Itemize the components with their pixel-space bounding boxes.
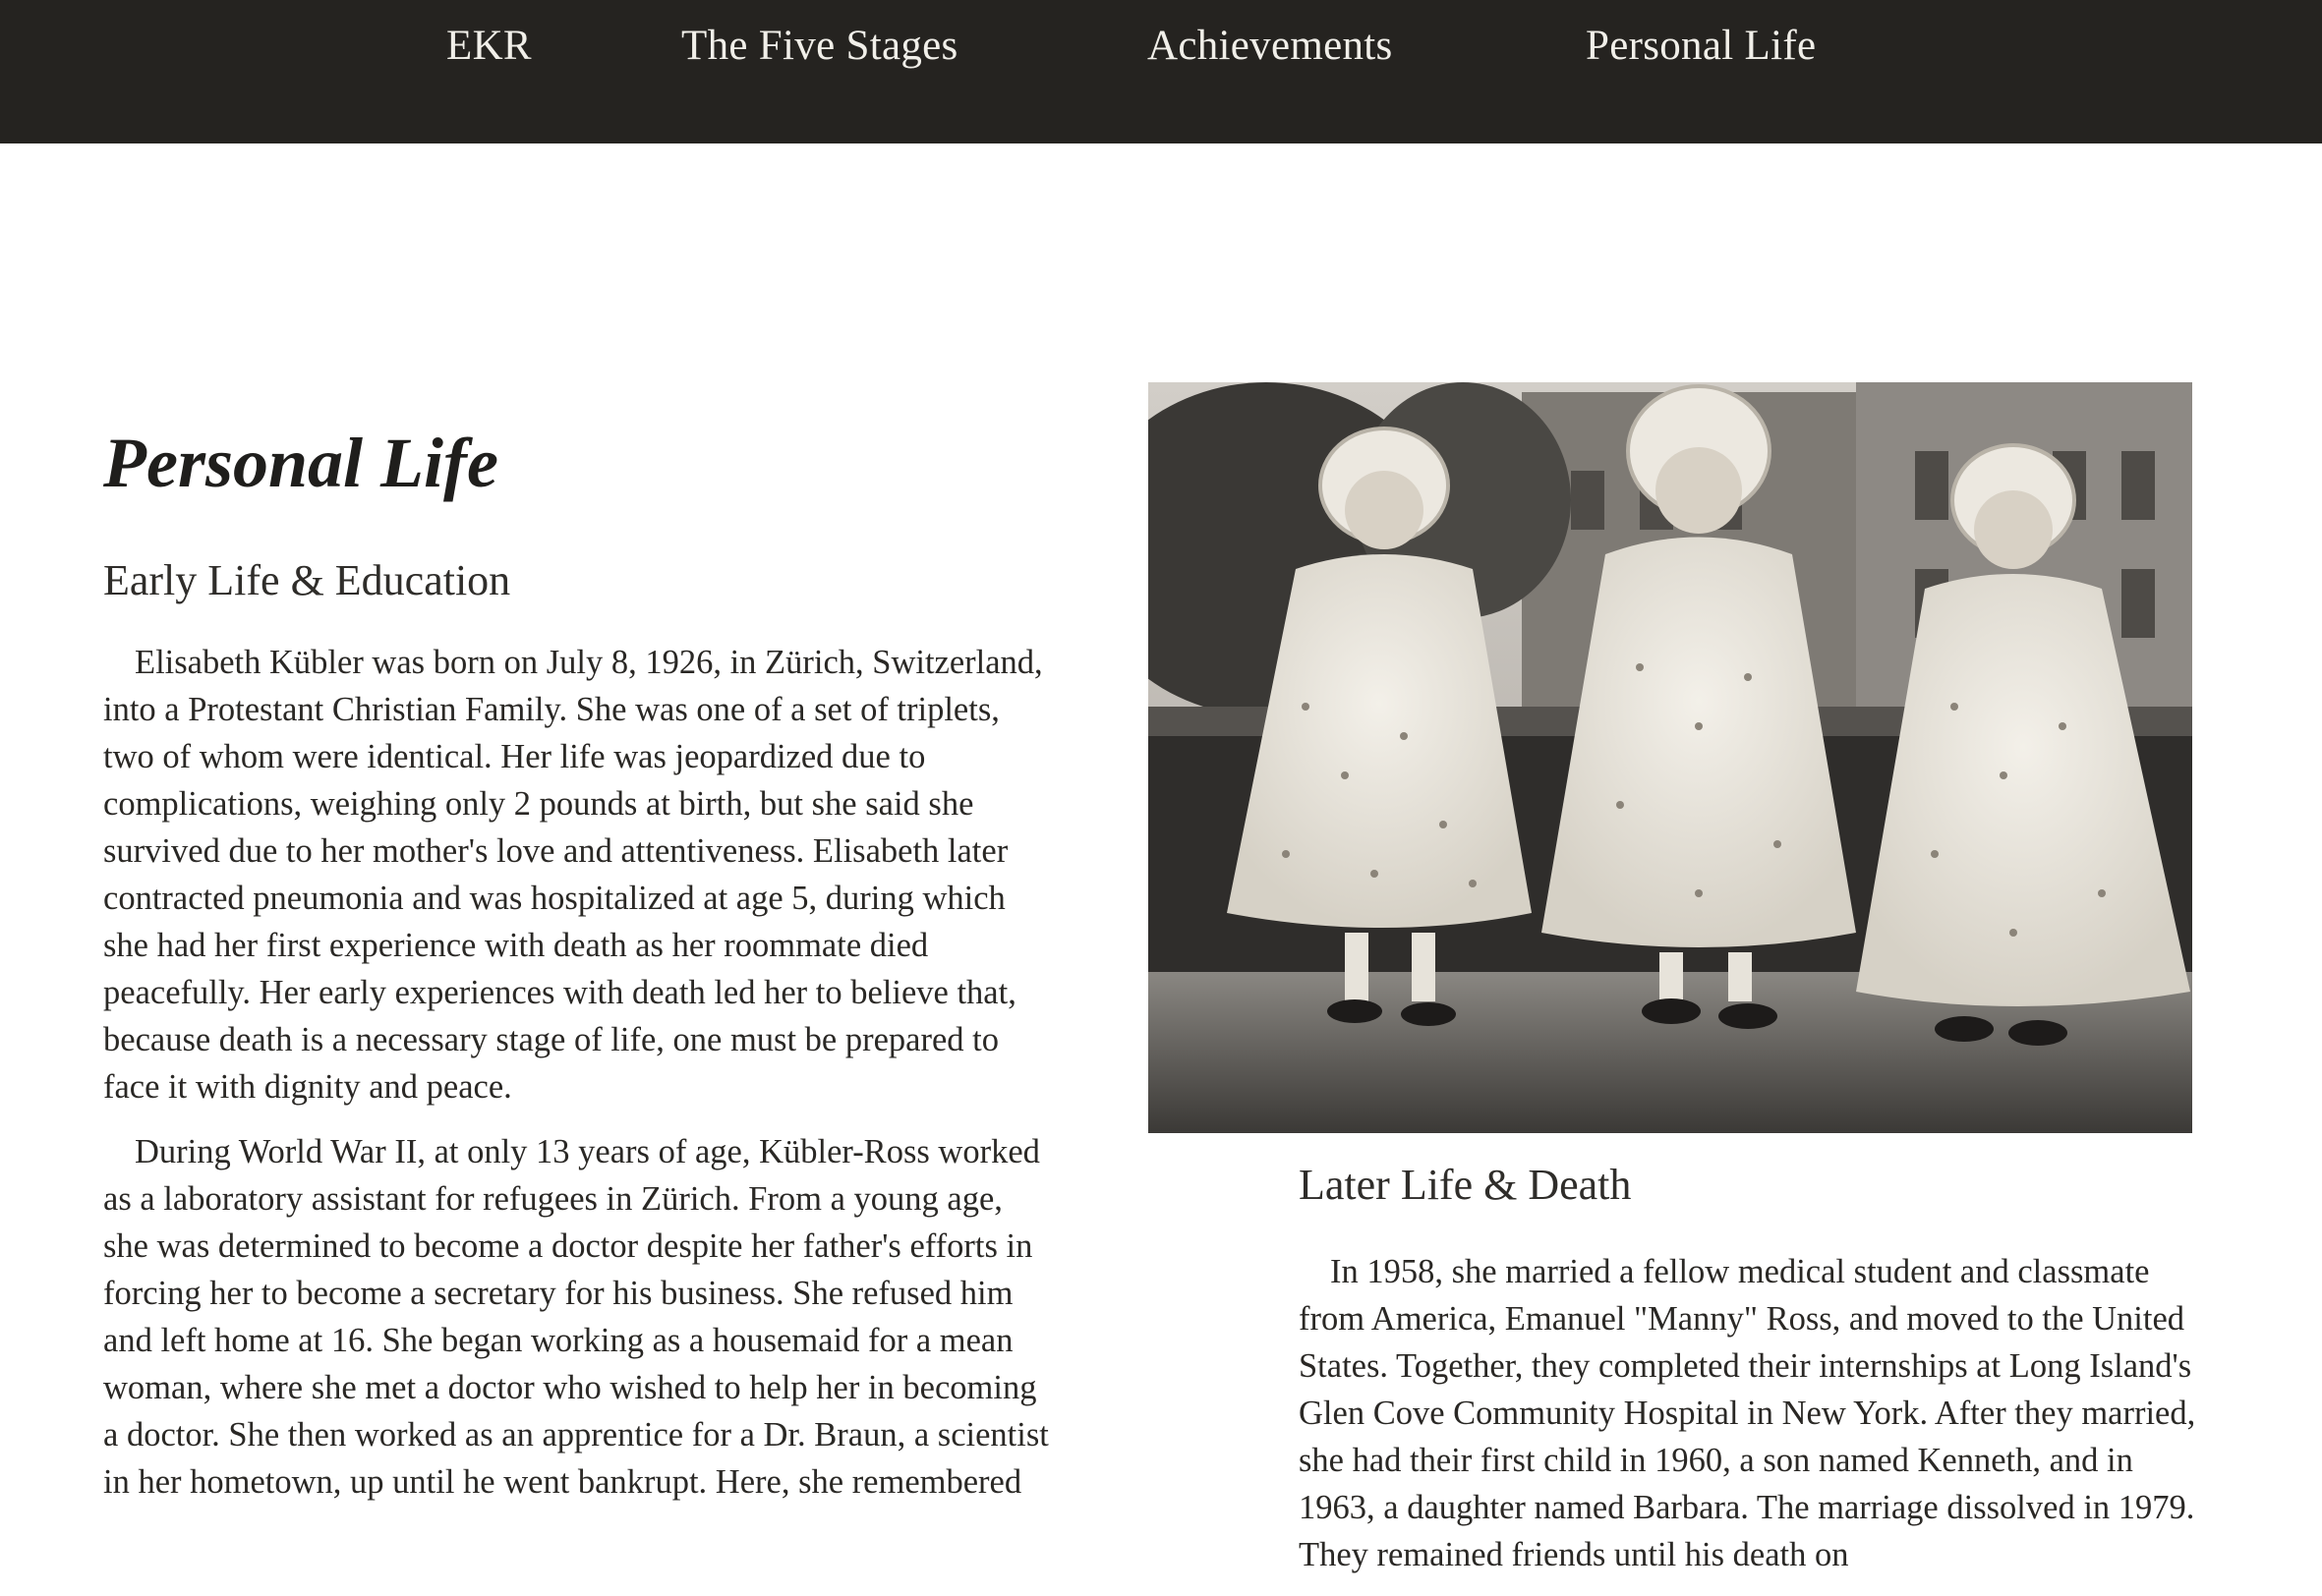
triplets-photo <box>1148 382 2192 1133</box>
early-life-paragraph-2: During World War II, at only 13 years of… <box>103 1133 1049 1501</box>
later-life-paragraph-1: In 1958, she married a fellow medical st… <box>1299 1253 2196 1573</box>
top-navbar: EKR The Five Stages Achievements Persona… <box>0 0 2322 143</box>
nav-link-achievements[interactable]: Achievements <box>1147 22 1393 70</box>
page-title: Personal Life <box>103 424 498 502</box>
nav-link-ekr[interactable]: EKR <box>446 22 532 70</box>
later-life-section: In 1958, she married a fellow medical st… <box>1299 1248 2198 1596</box>
early-life-paragraph-1: Elisabeth Kübler was born on July 8, 192… <box>103 644 1043 1106</box>
section-heading-early-life: Early Life & Education <box>103 556 511 604</box>
section-heading-later-life: Later Life & Death <box>1299 1161 1632 1209</box>
early-life-section: Elisabeth Kübler was born on July 8, 192… <box>103 639 1052 1523</box>
nav-link-five-stages[interactable]: The Five Stages <box>681 22 958 70</box>
nav-link-personal-life[interactable]: Personal Life <box>1586 22 1816 70</box>
